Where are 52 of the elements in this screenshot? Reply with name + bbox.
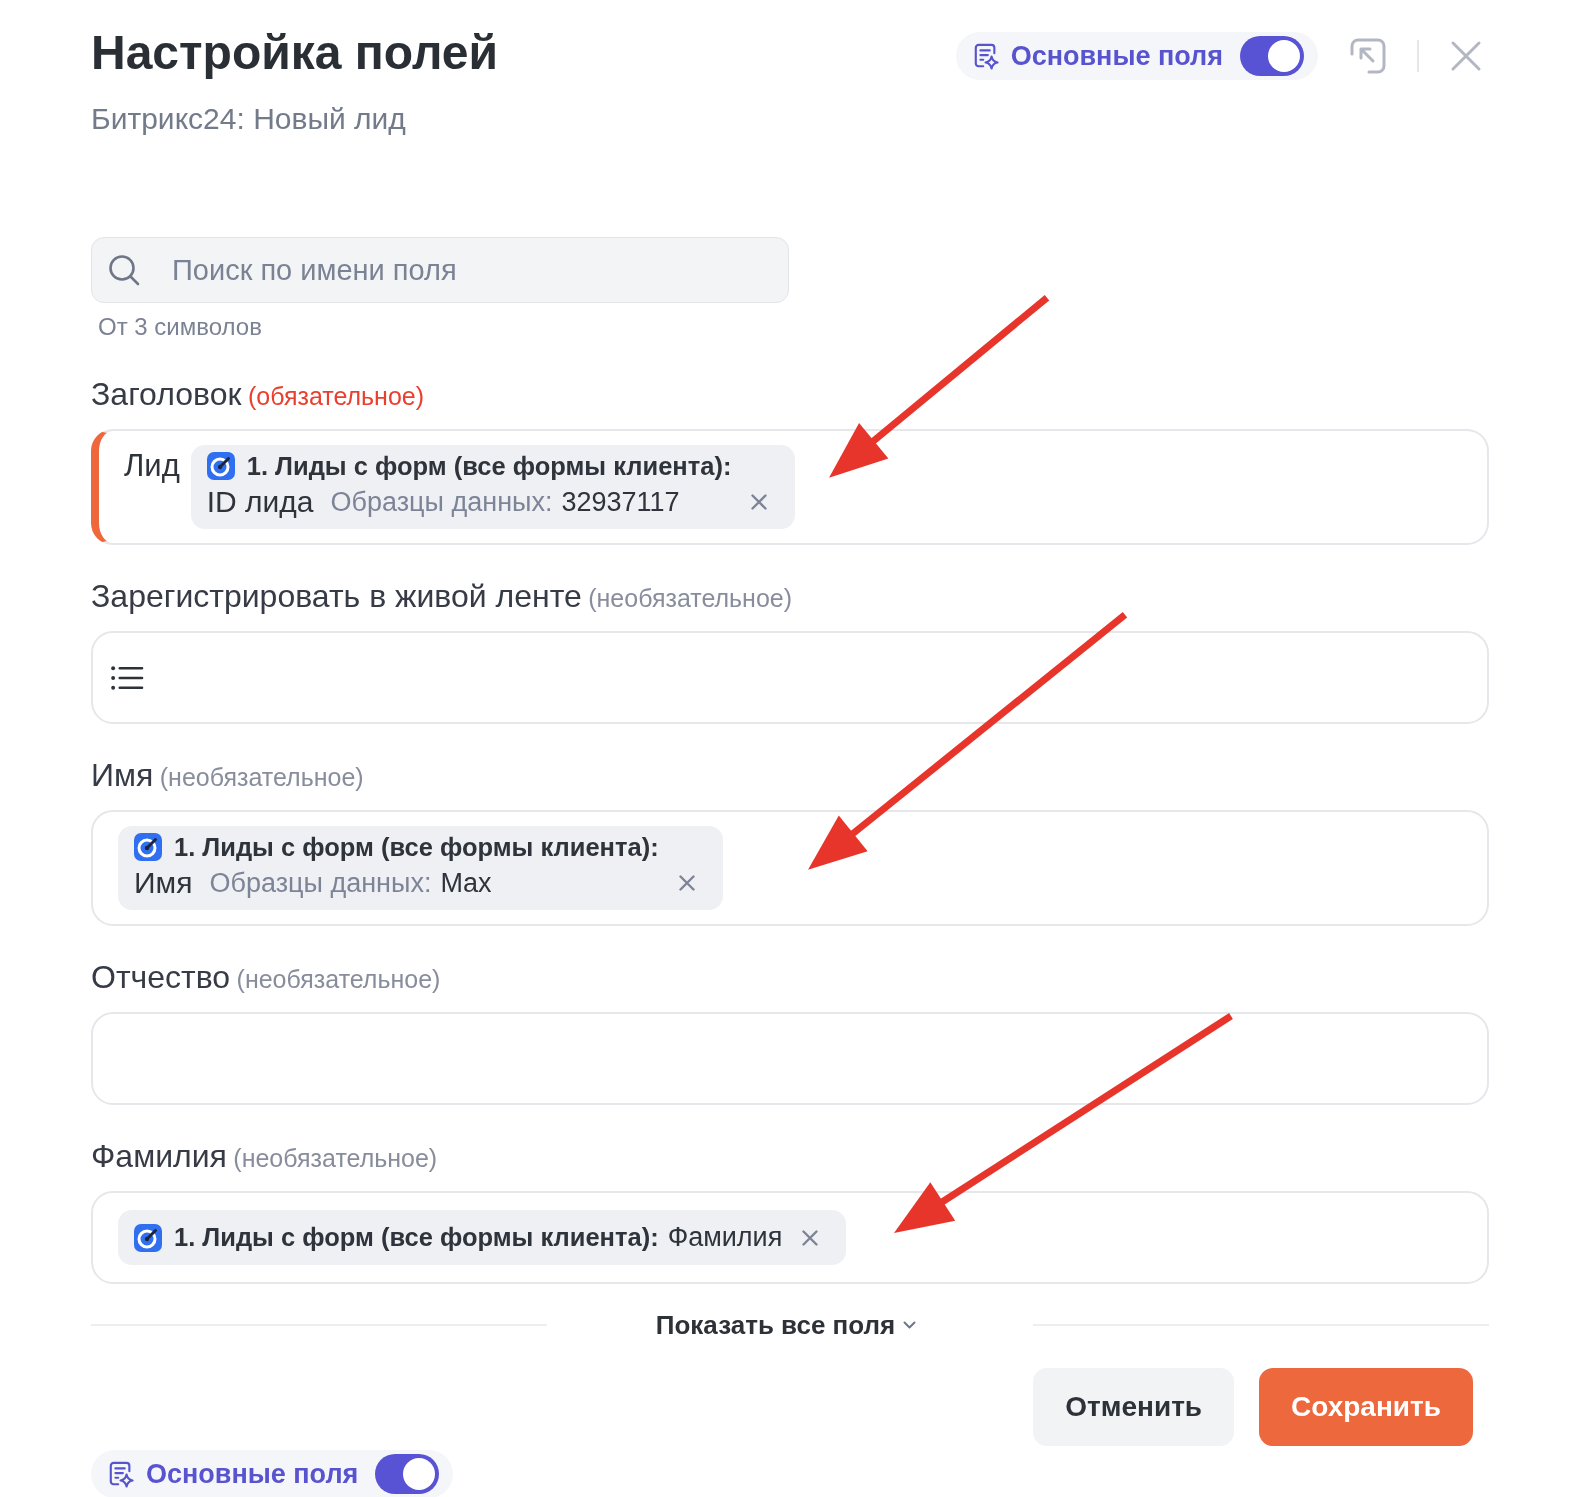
sample-value: Max [440, 867, 492, 899]
sample-label: Образцы данных: [330, 486, 553, 518]
chevron-down-icon [903, 1321, 917, 1329]
chip-source: 1. Лиды с форм (все формы клиента): [174, 832, 659, 862]
form-sparkle-icon [972, 42, 999, 70]
toggle-switch[interactable] [375, 1454, 440, 1494]
main-fields-toggle[interactable]: Основные поля [91, 1450, 454, 1497]
input-field[interactable]: Лид 1. Лиды с форм (все формы клиента): ID лида Образцы данных: 32937117 [91, 429, 1489, 545]
chip-source: 1. Лиды с форм (все формы клиента): [174, 1223, 659, 1252]
sample-value: 32937117 [561, 486, 680, 518]
main-fields-toggle[interactable]: Основные поля [955, 32, 1318, 80]
optional-note: (необязательное) [236, 965, 441, 993]
list-icon[interactable] [111, 664, 144, 691]
optional-note: (необязательное) [588, 584, 793, 612]
field-value: Лид [124, 447, 180, 485]
field-label: Отчество [91, 959, 231, 995]
target-icon [206, 452, 235, 480]
remove-icon[interactable] [678, 875, 695, 891]
variable-chip[interactable]: 1. Лиды с форм (все формы клиента): ID лида Образцы данных: 32937117 [190, 445, 796, 529]
search-hint: От 3 символов [98, 312, 262, 342]
show-all-fields-button[interactable]: Показать все поля [655, 1309, 917, 1341]
window-title: Настройка полей [91, 25, 498, 81]
field-label: Зарегистрировать в живой ленте [91, 578, 582, 614]
chip-field-name: ID лида [206, 485, 314, 519]
input-field[interactable]: 1. Лиды с форм (все формы клиента): Фамилия [91, 1191, 1489, 1284]
sample-label: Образцы данных: [209, 867, 432, 899]
search-field[interactable]: Поиск по имени поля [91, 237, 789, 303]
field-label: Имя [91, 757, 154, 793]
optional-note: (необязательное) [233, 1144, 438, 1172]
form-sparkle-icon [108, 1460, 134, 1488]
required-note: (обязательное) [247, 382, 425, 410]
input-field[interactable]: 1. Лиды с форм (все формы клиента): Имя Образцы данных: Max [91, 810, 1489, 926]
remove-icon[interactable] [802, 1230, 819, 1246]
search-icon [108, 254, 140, 286]
chip-field-name: Фамилия [667, 1222, 783, 1253]
optional-note: (необязательное) [159, 763, 364, 791]
field-label: Заголовок [91, 376, 242, 412]
input-field[interactable] [91, 1012, 1489, 1105]
variable-chip[interactable]: 1. Лиды с форм (все формы клиента): Имя Образцы данных: Max [118, 826, 723, 910]
toggle-switch[interactable] [1240, 36, 1304, 76]
target-icon [134, 1223, 162, 1252]
close-icon[interactable] [1450, 40, 1482, 72]
variable-chip[interactable]: 1. Лиды с форм (все формы клиента): Фамилия [118, 1210, 847, 1265]
target-icon [134, 833, 162, 861]
cancel-button[interactable]: Отменить [1033, 1368, 1235, 1446]
arrow-box-icon[interactable] [1350, 38, 1386, 74]
field-label: Фамилия [91, 1138, 227, 1174]
input-field[interactable] [91, 631, 1489, 724]
chip-source: 1. Лиды с форм (все формы клиента): [246, 451, 732, 481]
remove-icon[interactable] [751, 494, 768, 510]
chip-field-name: Имя [134, 866, 193, 900]
window-subtitle: Битрикс24: Новый лид [91, 102, 407, 136]
